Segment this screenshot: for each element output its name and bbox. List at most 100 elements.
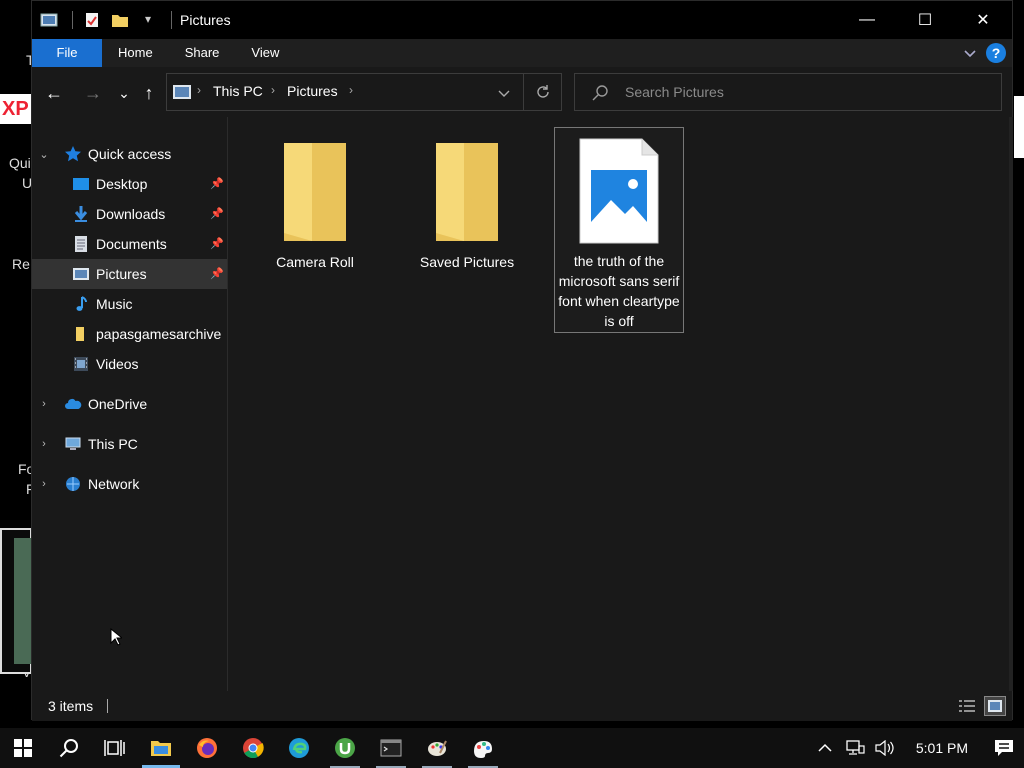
video-icon xyxy=(74,357,88,371)
details-view-button[interactable] xyxy=(956,696,978,716)
sidebar-item-quick-access[interactable]: ⌄ Quick access xyxy=(32,139,227,169)
chevron-right-icon[interactable]: › xyxy=(349,83,353,97)
recent-locations-button[interactable]: ⌄ xyxy=(112,81,136,105)
file-item-camera-roll[interactable]: Camera Roll xyxy=(250,139,380,272)
sidebar-item-downloads[interactable]: Downloads 📌 xyxy=(32,199,227,229)
divider xyxy=(107,699,109,713)
ribbon-controls: ? xyxy=(962,43,1006,63)
maximize-button[interactable]: ☐ xyxy=(896,1,954,39)
network-icon xyxy=(66,477,80,491)
music-icon xyxy=(76,296,87,311)
forward-button[interactable]: → xyxy=(81,81,105,105)
sidebar-item-onedrive[interactable]: › OneDrive xyxy=(32,389,227,419)
minimize-button[interactable]: — xyxy=(838,1,896,39)
search-input[interactable]: Search Pictures xyxy=(625,84,724,100)
taskbar-clock[interactable]: 5:01 PM xyxy=(900,740,984,756)
new-folder-icon[interactable] xyxy=(111,12,129,28)
sidebar-item-label: This PC xyxy=(88,436,138,452)
customize-toolbar-icon[interactable]: ▾ xyxy=(139,12,157,28)
utorrent-icon xyxy=(335,738,355,758)
properties-icon[interactable] xyxy=(83,12,101,28)
pin-icon[interactable]: 📌 xyxy=(210,177,224,191)
pictures-icon xyxy=(173,85,191,99)
refresh-icon xyxy=(536,85,549,98)
address-bar[interactable]: › This PC › Pictures › xyxy=(166,73,562,111)
chevron-right-icon[interactable]: › xyxy=(197,83,201,97)
taskbar-paint-3d[interactable] xyxy=(460,728,506,768)
taskbar-utorrent[interactable] xyxy=(322,728,368,768)
vertical-scrollbar[interactable] xyxy=(1009,117,1013,691)
sidebar-item-network[interactable]: › Network xyxy=(32,469,227,499)
start-button[interactable] xyxy=(0,728,46,768)
chevron-right-icon[interactable]: › xyxy=(271,83,275,97)
back-button[interactable]: ← xyxy=(42,81,66,105)
tab-share[interactable]: Share xyxy=(169,39,236,67)
tab-file[interactable]: File xyxy=(32,39,102,67)
sidebar-item-desktop[interactable]: Desktop 📌 xyxy=(32,169,227,199)
chevron-down-icon[interactable]: ⌄ xyxy=(38,148,50,161)
network-status-button[interactable] xyxy=(840,728,870,768)
up-button[interactable]: ↑ xyxy=(137,81,161,105)
terminal-icon xyxy=(380,739,402,757)
pin-icon[interactable]: 📌 xyxy=(210,267,224,281)
taskbar-file-explorer[interactable] xyxy=(138,728,184,768)
sidebar-item-pictures[interactable]: Pictures 📌 xyxy=(32,259,227,289)
background-window-edge xyxy=(1014,96,1024,158)
taskbar: 5:01 PM xyxy=(0,728,1024,768)
title-bar[interactable]: ▾ Pictures — ☐ ✕ xyxy=(32,1,1012,39)
volume-button[interactable] xyxy=(870,728,900,768)
sidebar-item-label: papasgamesarchive xyxy=(96,326,222,342)
mouse-cursor-icon xyxy=(110,628,122,646)
firefox-icon xyxy=(197,738,217,758)
chevron-right-icon[interactable]: › xyxy=(38,478,50,490)
taskbar-search-button[interactable] xyxy=(46,728,92,768)
network-icon xyxy=(846,740,865,755)
sidebar-item-music[interactable]: Music xyxy=(32,289,227,319)
help-icon[interactable]: ? xyxy=(986,43,1006,63)
taskbar-chrome[interactable] xyxy=(230,728,276,768)
taskbar-terminal[interactable] xyxy=(368,728,414,768)
file-item-image[interactable]: the truth of the microsoft sans serif fo… xyxy=(554,127,684,333)
taskbar-firefox[interactable] xyxy=(184,728,230,768)
window-title: Pictures xyxy=(180,12,231,28)
close-button[interactable]: ✕ xyxy=(954,1,1012,39)
taskbar-edge[interactable] xyxy=(276,728,322,768)
chevron-right-icon[interactable]: › xyxy=(38,438,50,450)
tab-view[interactable]: View xyxy=(235,39,295,67)
speaker-icon xyxy=(875,740,894,756)
desktop-icon xyxy=(73,178,89,190)
sidebar-item-papasgamesarchive[interactable]: papasgamesarchive xyxy=(32,319,227,349)
search-icon xyxy=(592,85,608,101)
notification-icon xyxy=(995,740,1013,756)
desktop-thumbnail[interactable] xyxy=(0,528,32,674)
divider xyxy=(72,11,73,29)
view-switcher xyxy=(956,696,1006,716)
desktop-icon-xp[interactable]: XP xyxy=(0,94,32,124)
tab-home[interactable]: Home xyxy=(102,39,169,67)
image-file-icon xyxy=(579,138,659,244)
taskbar-paint[interactable] xyxy=(414,728,460,768)
sidebar-item-label: Pictures xyxy=(96,266,147,282)
breadcrumb-pictures[interactable]: Pictures xyxy=(287,83,338,99)
pin-icon[interactable]: 📌 xyxy=(210,207,224,221)
sidebar-item-documents[interactable]: Documents 📌 xyxy=(32,229,227,259)
sidebar-item-videos[interactable]: Videos xyxy=(32,349,227,379)
chrome-icon xyxy=(243,738,264,759)
search-box[interactable]: Search Pictures xyxy=(574,73,1002,111)
file-item-label: Saved Pictures xyxy=(419,254,515,270)
refresh-button[interactable] xyxy=(523,74,561,110)
large-icons-view-button[interactable] xyxy=(984,696,1006,716)
expand-ribbon-icon[interactable] xyxy=(962,45,978,61)
pin-icon[interactable]: 📌 xyxy=(210,237,224,251)
action-center-button[interactable] xyxy=(984,728,1024,768)
cloud-icon xyxy=(65,398,82,409)
sidebar-item-this-pc[interactable]: › This PC xyxy=(32,429,227,459)
folder-icon xyxy=(284,143,346,241)
task-view-button[interactable] xyxy=(92,728,138,768)
breadcrumb-this-pc[interactable]: This PC xyxy=(213,83,263,99)
file-item-saved-pictures[interactable]: Saved Pictures xyxy=(402,139,532,272)
chevron-right-icon[interactable]: › xyxy=(38,398,50,410)
show-hidden-icons-button[interactable] xyxy=(810,728,840,768)
desktop-label-fragment: Re xyxy=(12,256,30,272)
chevron-down-icon[interactable] xyxy=(497,86,511,100)
